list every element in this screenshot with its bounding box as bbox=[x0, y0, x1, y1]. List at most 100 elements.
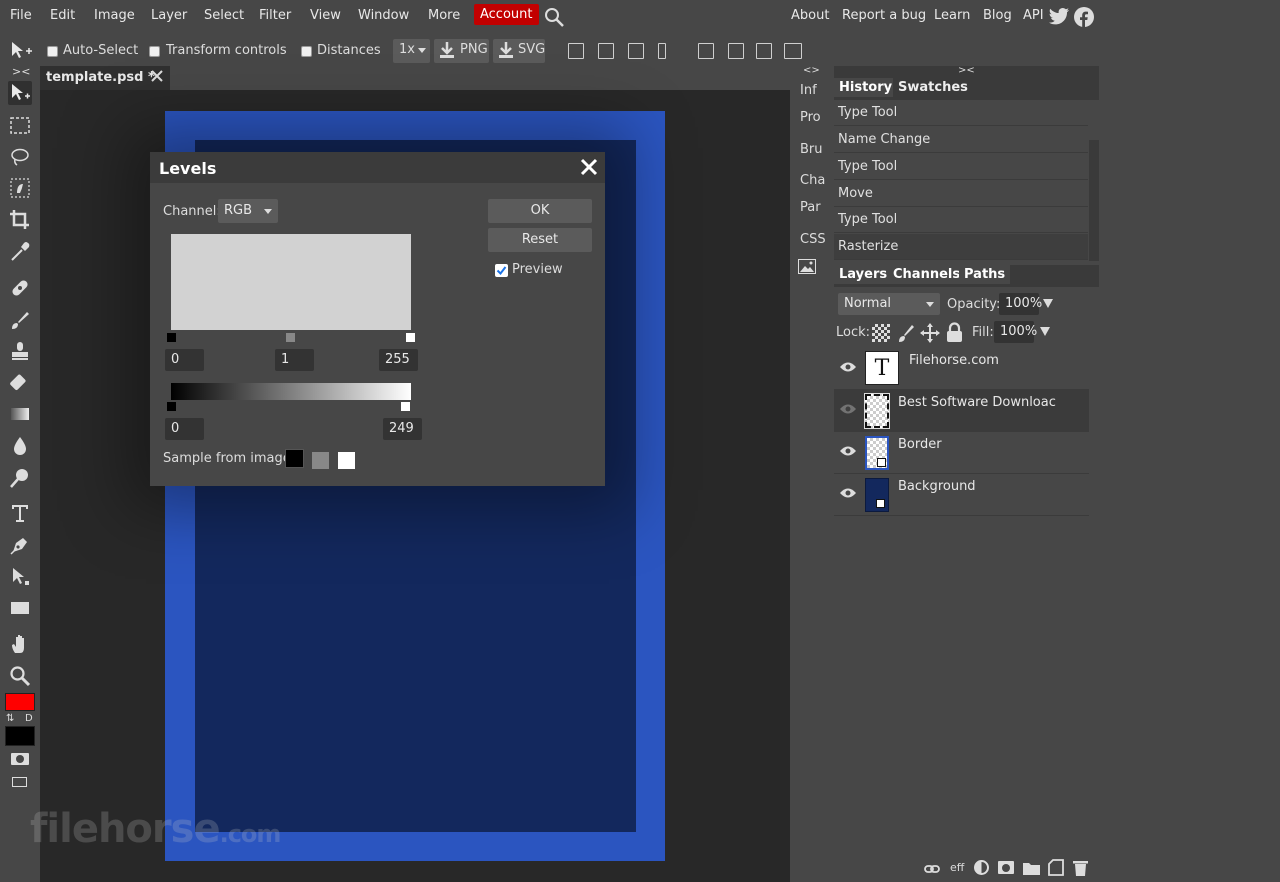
layer-row[interactable]: Background bbox=[834, 474, 1089, 516]
sample-gray-eyedropper[interactable] bbox=[312, 452, 329, 469]
dock-info[interactable]: Inf bbox=[800, 83, 817, 98]
sample-black-eyedropper[interactable] bbox=[285, 449, 304, 468]
align-bottom-icon[interactable] bbox=[756, 43, 772, 59]
export-png-button[interactable]: PNG bbox=[434, 39, 489, 63]
tab-history[interactable]: History bbox=[834, 78, 898, 97]
sample-white-eyedropper[interactable] bbox=[338, 452, 355, 469]
eye-icon[interactable] bbox=[840, 487, 856, 499]
history-item[interactable]: Type Tool bbox=[834, 154, 1088, 180]
image-icon[interactable] bbox=[798, 259, 816, 278]
eye-icon[interactable] bbox=[840, 361, 856, 373]
channel-select[interactable]: RGB bbox=[218, 199, 278, 223]
eyedropper-tool[interactable] bbox=[8, 240, 32, 264]
layer-effects-button[interactable]: eff bbox=[950, 861, 964, 874]
dock-character[interactable]: Cha bbox=[800, 173, 825, 188]
link-report-bug[interactable]: Report a bug bbox=[842, 8, 926, 23]
toolbar-collapse-toggle[interactable]: >< bbox=[12, 65, 30, 78]
input-black-field[interactable]: 0 bbox=[165, 349, 204, 371]
export-svg-button[interactable]: SVG bbox=[493, 39, 545, 63]
dock-paragraph[interactable]: Par bbox=[800, 200, 821, 215]
menu-file[interactable]: File bbox=[10, 8, 32, 23]
menu-select[interactable]: Select bbox=[204, 8, 244, 23]
pen-tool[interactable] bbox=[8, 533, 32, 557]
menu-layer[interactable]: Layer bbox=[151, 8, 187, 23]
blur-tool[interactable] bbox=[8, 434, 32, 458]
menu-filter[interactable]: Filter bbox=[259, 8, 291, 23]
link-layers-icon[interactable] bbox=[924, 863, 940, 878]
align-left-icon[interactable] bbox=[568, 43, 584, 59]
link-about[interactable]: About bbox=[791, 8, 829, 23]
lock-position-move-icon[interactable] bbox=[920, 323, 940, 347]
fill-field[interactable]: 100% bbox=[994, 321, 1037, 343]
output-white-field[interactable]: 249 bbox=[383, 418, 422, 440]
reset-button[interactable]: Reset bbox=[488, 228, 592, 252]
new-layer-icon[interactable] bbox=[1048, 859, 1064, 880]
fill-dropdown-icon[interactable] bbox=[1040, 327, 1050, 336]
default-colors-button[interactable]: D bbox=[25, 713, 33, 724]
align-top-icon[interactable] bbox=[698, 43, 714, 59]
brush-tool[interactable] bbox=[8, 308, 32, 332]
close-icon[interactable] bbox=[580, 158, 598, 180]
healing-brush-tool[interactable] bbox=[8, 276, 32, 300]
layer-row[interactable]: T Filehorse.com bbox=[834, 348, 1089, 390]
input-gamma-slider[interactable] bbox=[286, 333, 295, 342]
tab-swatches[interactable]: Swatches bbox=[893, 78, 973, 97]
ok-button[interactable]: OK bbox=[488, 199, 592, 223]
link-learn[interactable]: Learn bbox=[934, 8, 970, 23]
crop-tool[interactable] bbox=[8, 208, 32, 232]
right-panel-collapse-toggle[interactable]: >< bbox=[958, 65, 975, 76]
auto-select-checkbox[interactable] bbox=[47, 46, 58, 57]
dodge-tool[interactable] bbox=[8, 466, 32, 490]
eraser-tool[interactable] bbox=[8, 371, 32, 395]
screen-mode-icon[interactable] bbox=[12, 777, 27, 787]
lasso-tool[interactable] bbox=[8, 145, 32, 169]
gradient-tool[interactable] bbox=[8, 402, 32, 426]
input-white-slider[interactable] bbox=[406, 333, 415, 342]
tab-paths[interactable]: Paths bbox=[959, 265, 1011, 284]
menu-image[interactable]: Image bbox=[94, 8, 135, 23]
search-icon[interactable] bbox=[544, 7, 565, 32]
dock-css[interactable]: CSS bbox=[800, 232, 826, 247]
quick-mask-icon[interactable] bbox=[11, 753, 29, 765]
layer-row-selected[interactable]: Best Software Downloac bbox=[834, 390, 1089, 432]
input-white-field[interactable]: 255 bbox=[379, 349, 418, 371]
distribute-v-icon[interactable] bbox=[784, 43, 802, 59]
align-right-icon[interactable] bbox=[628, 43, 644, 59]
new-group-folder-icon[interactable] bbox=[1023, 861, 1040, 879]
lock-transparency-icon[interactable] bbox=[872, 324, 890, 342]
link-api[interactable]: API bbox=[1023, 8, 1044, 23]
distribute-h-icon[interactable] bbox=[658, 43, 666, 59]
account-button[interactable]: Account bbox=[474, 4, 539, 25]
eye-icon[interactable] bbox=[840, 445, 856, 457]
dock-brush[interactable]: Bru bbox=[800, 142, 823, 157]
output-black-field[interactable]: 0 bbox=[165, 418, 204, 440]
history-item[interactable]: Type Tool bbox=[834, 207, 1088, 233]
document-tab[interactable]: template.psd * bbox=[40, 66, 170, 90]
opacity-field[interactable]: 100% bbox=[999, 293, 1042, 315]
history-item[interactable]: Name Change bbox=[834, 127, 1088, 153]
zoom-select[interactable]: 1x bbox=[393, 39, 430, 63]
menu-edit[interactable]: Edit bbox=[50, 8, 75, 23]
transform-controls-checkbox[interactable] bbox=[149, 46, 160, 57]
output-white-slider[interactable] bbox=[401, 402, 410, 411]
lock-pixels-brush-icon[interactable] bbox=[897, 323, 915, 347]
align-center-h-icon[interactable] bbox=[598, 43, 614, 59]
dock-collapse-toggle[interactable]: <> bbox=[803, 65, 820, 76]
rectangle-tool[interactable] bbox=[8, 596, 32, 620]
quick-selection-tool[interactable] bbox=[8, 176, 32, 200]
history-item[interactable]: Type Tool bbox=[834, 100, 1088, 126]
zoom-tool[interactable] bbox=[8, 664, 32, 688]
foreground-color-swatch[interactable] bbox=[5, 693, 35, 711]
dock-properties[interactable]: Pro bbox=[800, 110, 821, 125]
menu-more[interactable]: More bbox=[428, 8, 460, 23]
marquee-tool[interactable] bbox=[8, 114, 32, 138]
layer-row[interactable]: Border bbox=[834, 432, 1089, 474]
preview-checkbox[interactable] bbox=[495, 264, 508, 277]
tab-layers[interactable]: Layers bbox=[834, 265, 893, 284]
history-scrollbar[interactable] bbox=[1089, 140, 1099, 261]
facebook-icon[interactable] bbox=[1074, 7, 1094, 31]
menu-window[interactable]: Window bbox=[358, 8, 409, 23]
history-item-current[interactable]: Rasterize bbox=[834, 234, 1088, 260]
opacity-dropdown-icon[interactable] bbox=[1043, 299, 1053, 308]
menu-view[interactable]: View bbox=[310, 8, 341, 23]
